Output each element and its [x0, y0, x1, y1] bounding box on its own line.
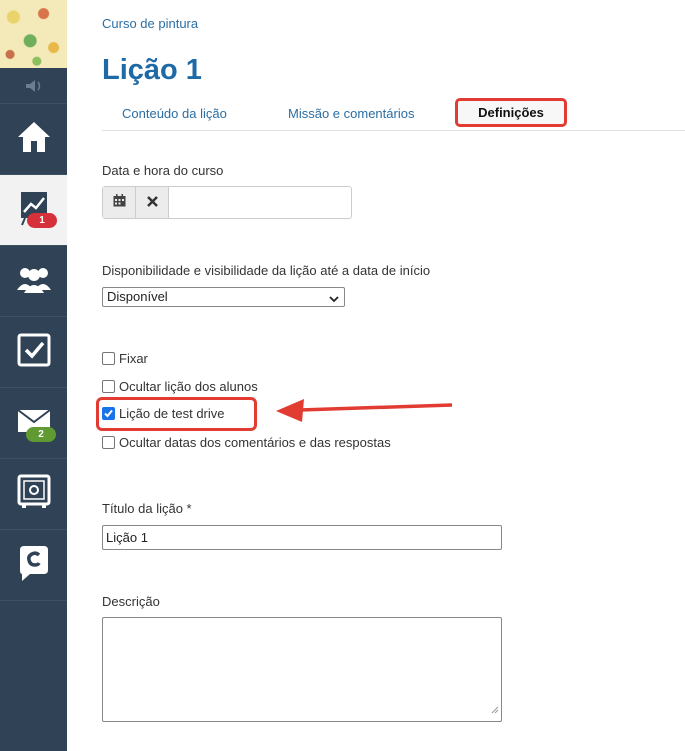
date-label: Data e hora do curso — [102, 163, 224, 178]
calendar-button[interactable] — [103, 187, 136, 218]
sidebar-item-progress[interactable]: 1 — [0, 175, 67, 246]
option-label: Fixar — [119, 351, 148, 366]
sidebar-item-chat[interactable] — [0, 530, 67, 601]
hide-dates-checkbox[interactable] — [102, 436, 115, 449]
title-label: Título da lição * — [102, 501, 192, 516]
breadcrumb[interactable]: Curso de pintura — [102, 16, 198, 31]
clear-date-button[interactable] — [136, 187, 169, 218]
tab-bar: Conteúdo da lição Missão e comentários D… — [102, 96, 685, 131]
logo — [0, 0, 67, 68]
availability-select[interactable]: Disponível — [102, 287, 345, 307]
sidebar-item-home[interactable] — [0, 104, 67, 175]
sidebar-item-messages[interactable]: 2 — [0, 388, 67, 459]
page-title: Lição 1 — [102, 54, 202, 86]
availability-select-value: Disponível — [107, 289, 168, 304]
chat-c-icon — [16, 544, 52, 587]
pin-checkbox[interactable] — [102, 352, 115, 365]
lesson-title-input[interactable] — [102, 525, 502, 550]
date-picker — [102, 186, 352, 219]
sidebar: 1 2 — [0, 0, 67, 751]
checkbox-icon — [17, 333, 51, 372]
sidebar-item-tasks[interactable] — [0, 317, 67, 388]
tab-lesson-content[interactable]: Conteúdo da lição — [122, 106, 227, 121]
notification-badge: 2 — [26, 427, 56, 442]
option-hide-lesson[interactable]: Ocultar lição dos alunos — [102, 379, 258, 394]
availability-label: Disponibilidade e visibilidade da lição … — [102, 263, 431, 278]
sidebar-item-groups[interactable] — [0, 246, 67, 317]
close-icon — [146, 194, 158, 212]
tab-mission-comments[interactable]: Missão e comentários — [288, 106, 414, 121]
safe-icon — [17, 474, 51, 515]
description-textarea[interactable] — [102, 617, 502, 722]
group-icon — [15, 264, 53, 299]
option-pin[interactable]: Fixar — [102, 351, 148, 366]
tab-settings[interactable]: Definições — [455, 98, 567, 127]
date-input[interactable] — [169, 187, 351, 218]
option-hide-dates[interactable]: Ocultar datas dos comentários e das resp… — [102, 435, 391, 450]
chevron-down-icon — [329, 291, 339, 309]
speaker-icon[interactable] — [0, 68, 67, 104]
option-label: Ocultar datas dos comentários e das resp… — [119, 435, 391, 450]
sidebar-item-safe[interactable] — [0, 459, 67, 530]
option-label: Ocultar lição dos alunos — [119, 379, 258, 394]
hide-lesson-checkbox[interactable] — [102, 380, 115, 393]
resize-handle-icon[interactable] — [491, 701, 499, 719]
notification-badge: 1 — [27, 213, 57, 228]
main-content: Curso de pintura Lição 1 Conteúdo da liç… — [67, 0, 685, 751]
home-icon — [16, 120, 52, 159]
highlight-annotation — [96, 397, 257, 431]
calendar-icon — [113, 193, 126, 212]
description-label: Descrição — [102, 594, 160, 609]
arrow-annotation-icon — [276, 399, 453, 422]
